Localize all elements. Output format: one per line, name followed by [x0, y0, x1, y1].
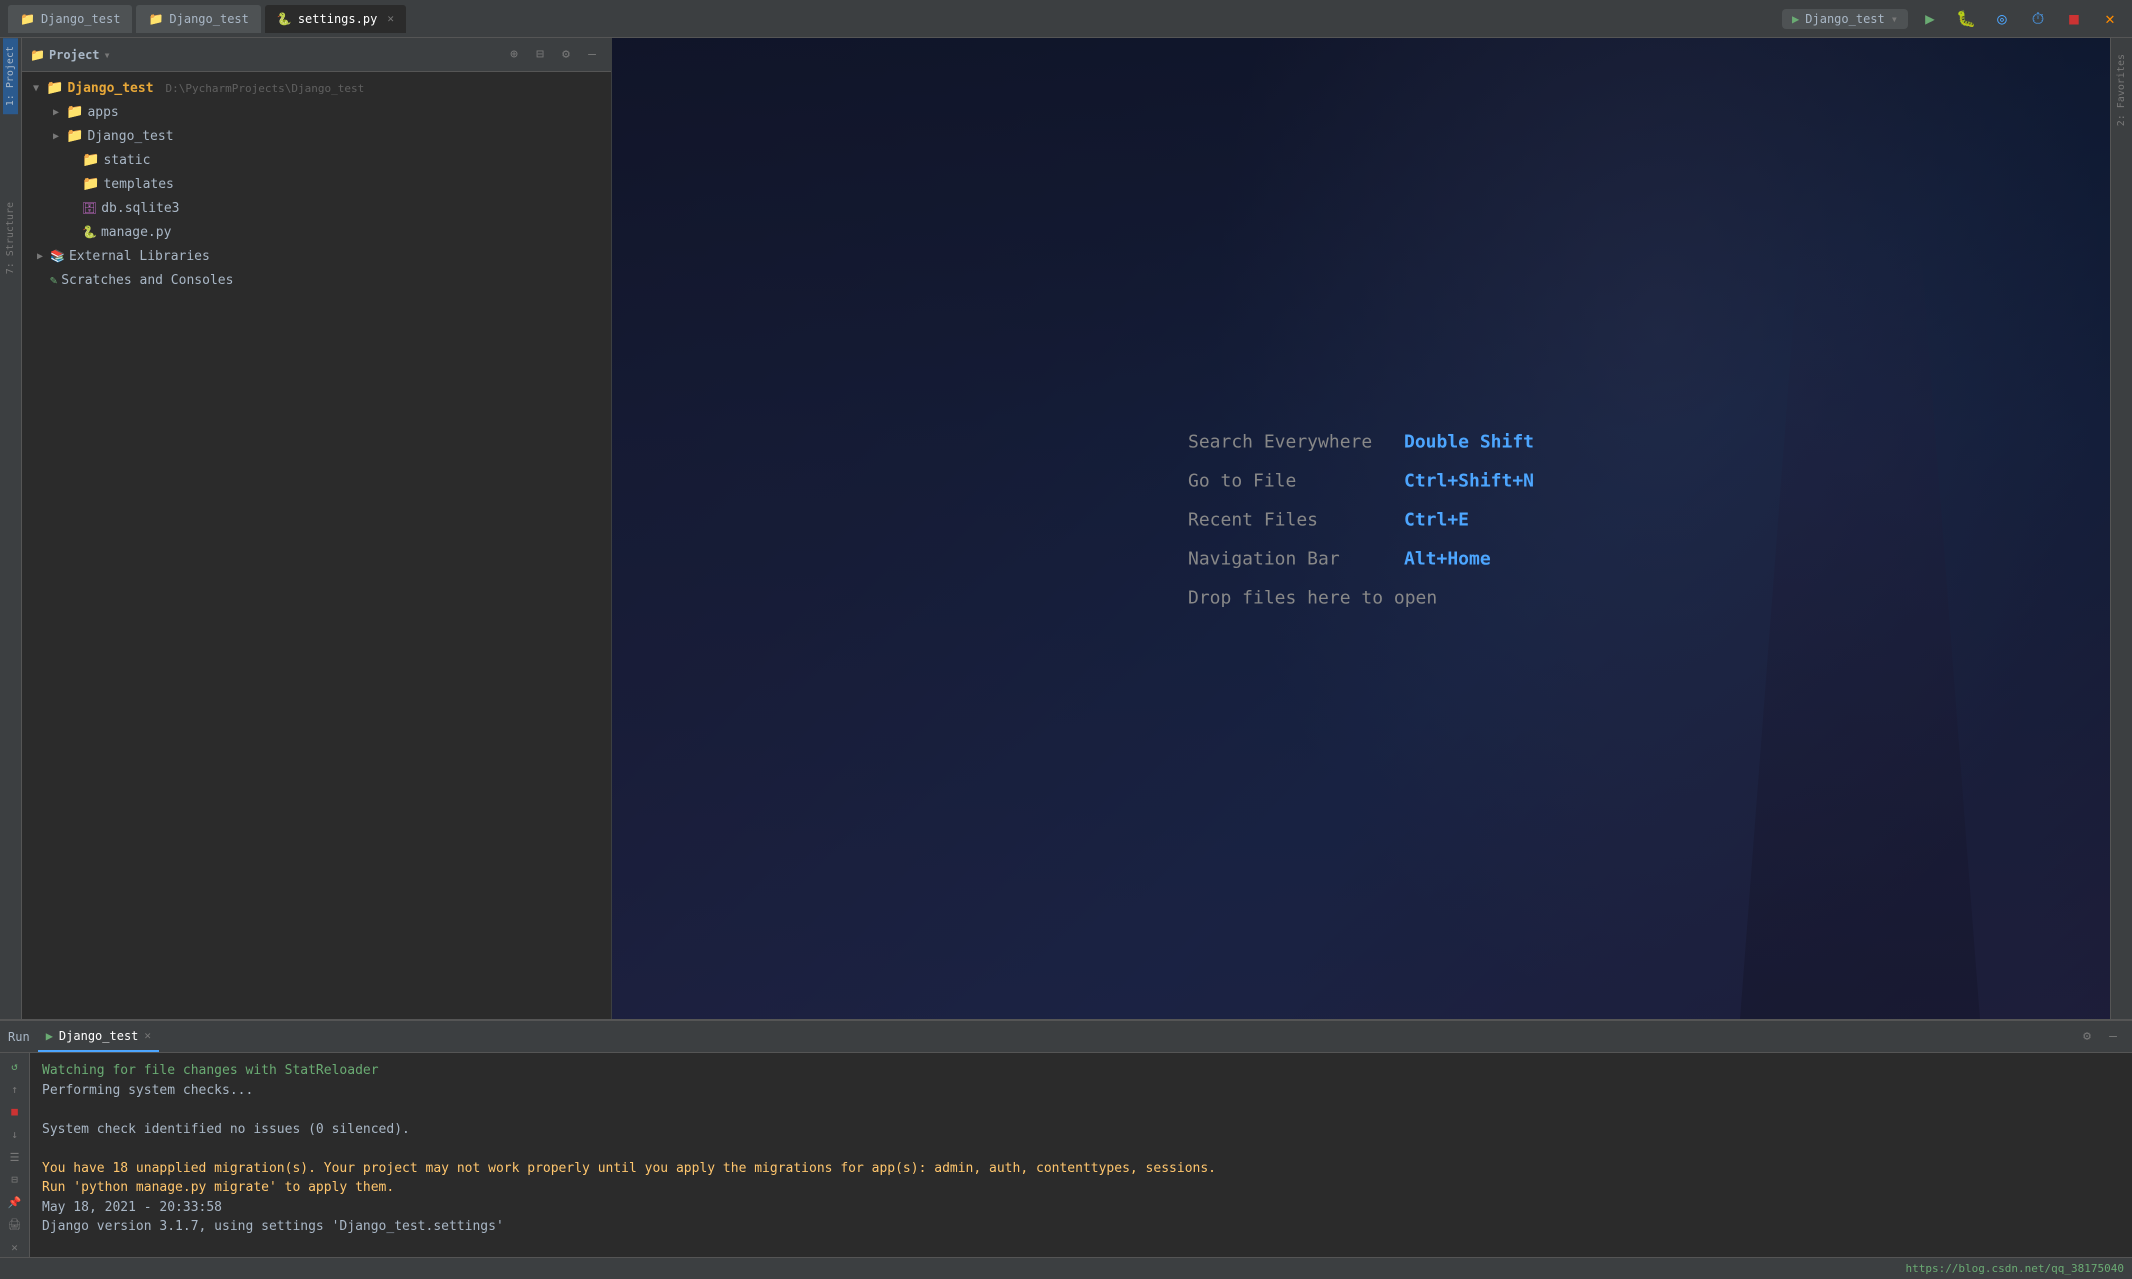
managepy-file-icon: 🐍	[82, 225, 97, 239]
tab-settings-py[interactable]: 🐍 settings.py ✕	[265, 5, 406, 33]
project-minimize-btn[interactable]: —	[581, 44, 603, 66]
close-panel-btn[interactable]: ✕	[3, 1238, 27, 1258]
bottom-left-strip: ↺ ↑ ■ ↓ ☰ ⊟ 📌 🖨 ✕	[0, 1053, 30, 1257]
project-sidebar-label[interactable]: 1: Project	[3, 38, 18, 114]
scroll-down-btn[interactable]: ↓	[3, 1125, 27, 1145]
djangotest-folder-icon: 📁	[66, 128, 83, 144]
project-folder-icon: 📁	[30, 48, 45, 62]
title-bar-right: ▶ Django_test ▾ ▶ 🐛 ◎ ⏱ ■ ✕	[1782, 5, 2124, 33]
project-settings-btn[interactable]: ⚙	[555, 44, 577, 66]
project-header-actions: ⊕ ⊟ ⚙ —	[503, 44, 603, 66]
tab-django-test-1[interactable]: 📁 Django_test	[8, 5, 132, 33]
pin-btn[interactable]: 📌	[3, 1192, 27, 1212]
static-folder-icon: 📁	[82, 152, 99, 168]
project-locate-btn[interactable]: ⊕	[503, 44, 525, 66]
folder-icon: 📁	[20, 12, 35, 26]
ext-libs-icon: 📚	[50, 249, 65, 263]
coverage-button[interactable]: ◎	[1988, 5, 2016, 33]
hint-recent-files: Recent Files Ctrl+E	[1188, 509, 1534, 530]
apps-folder-icon: 📁	[66, 104, 83, 120]
bottom-panel-header: Run ▶ Django_test ✕ ⚙ —	[0, 1021, 2132, 1053]
restart-btn[interactable]: ↺	[3, 1057, 27, 1077]
profile-button[interactable]: ⏱	[2024, 5, 2052, 33]
console-line-statreloader: Watching for file changes with StatReloa…	[42, 1061, 2120, 1081]
console-output: Watching for file changes with StatReloa…	[30, 1053, 2132, 1257]
status-url: https://blog.csdn.net/qq_38175040	[1905, 1262, 2124, 1275]
bottom-settings-btn[interactable]: ⚙	[2076, 1026, 2098, 1048]
bottom-panel-controls: ⚙ —	[2076, 1026, 2124, 1048]
console-line-migrate-hint: Run 'python manage.py migrate' to apply …	[42, 1178, 2120, 1198]
editor-area: Search Everywhere Double Shift Go to Fil…	[612, 38, 2110, 1019]
tab-django-test-2[interactable]: 📁 Django_test	[136, 5, 260, 33]
run-config-selector[interactable]: ▶ Django_test ▾	[1782, 9, 1908, 29]
filter2-btn[interactable]: ⊟	[3, 1170, 27, 1190]
run-config-icon: ▶	[1792, 12, 1799, 26]
project-panel: 📁 Project ▾ ⊕ ⊟ ⚙ — ▼ 📁 Django_test D:\P…	[22, 38, 612, 1019]
close-button[interactable]: ✕	[2096, 5, 2124, 33]
scratches-icon: ✎	[50, 273, 57, 287]
db-file-icon: 🗄	[82, 201, 97, 215]
stop-run-btn[interactable]: ■	[3, 1102, 27, 1122]
console-line-server-start: Starting development server at http://12…	[42, 1237, 2120, 1258]
left-sidebar-strip: 1: Project 7: Structure	[0, 38, 22, 1019]
hint-go-to-file: Go to File Ctrl+Shift+N	[1188, 470, 1534, 491]
filter-btn[interactable]: ☰	[3, 1147, 27, 1167]
editor-background[interactable]: Search Everywhere Double Shift Go to Fil…	[612, 38, 2110, 1019]
tree-item-apps[interactable]: ▶ 📁 apps	[22, 100, 611, 124]
console-line-migrations: You have 18 unapplied migration(s). Your…	[42, 1159, 2120, 1179]
tree-item-db-sqlite3[interactable]: ▶ 🗄 db.sqlite3	[22, 196, 611, 220]
hint-search-everywhere: Search Everywhere Double Shift	[1188, 431, 1534, 452]
debug-button[interactable]: 🐛	[1952, 5, 1980, 33]
python-file-icon: 🐍	[277, 12, 292, 26]
root-folder-icon: 📁	[46, 80, 63, 96]
folder-icon-2: 📁	[148, 12, 163, 26]
right-sidebar-strip: 2: Favorites	[2110, 38, 2132, 1019]
console-line-systemchecks: Performing system checks...	[42, 1081, 2120, 1101]
templates-folder-icon: 📁	[82, 176, 99, 192]
structure-sidebar-label[interactable]: 7: Structure	[3, 194, 18, 282]
tree-item-scratches[interactable]: ▶ ✎ Scratches and Consoles	[22, 268, 611, 292]
tree-item-managepy[interactable]: ▶ 🐍 manage.py	[22, 220, 611, 244]
project-title: 📁 Project ▾	[30, 48, 111, 62]
run-button[interactable]: ▶	[1916, 5, 1944, 33]
tree-item-djangotest-dir[interactable]: ▶ 📁 Django_test	[22, 124, 611, 148]
bottom-minimize-btn[interactable]: —	[2102, 1026, 2124, 1048]
run-tab-close-icon[interactable]: ✕	[144, 1029, 151, 1042]
tree-item-external-libs[interactable]: ▶ 📚 External Libraries	[22, 244, 611, 268]
bottom-panel: Run ▶ Django_test ✕ ⚙ — ↺ ↑ ■ ↓ ☰ ⊟ 📌 🖨 …	[0, 1019, 2132, 1279]
hint-drop-files: Drop files here to open	[1188, 587, 1534, 608]
project-tree: ▼ 📁 Django_test D:\PycharmProjects\Djang…	[22, 72, 611, 1019]
status-bar: https://blog.csdn.net/qq_38175040	[0, 1257, 2132, 1279]
favorites-sidebar-label[interactable]: 2: Favorites	[2114, 46, 2129, 134]
console-line-date: May 18, 2021 - 20:33:58	[42, 1198, 2120, 1218]
run-tab-djangotest[interactable]: ▶ Django_test ✕	[38, 1021, 159, 1052]
print-btn[interactable]: 🖨	[3, 1215, 27, 1235]
tree-item-templates[interactable]: ▶ 📁 templates	[22, 172, 611, 196]
tree-root-django[interactable]: ▼ 📁 Django_test D:\PycharmProjects\Djang…	[22, 76, 611, 100]
tree-item-static[interactable]: ▶ 📁 static	[22, 148, 611, 172]
title-bar: 📁 Django_test 📁 Django_test 🐍 settings.p…	[0, 0, 2132, 38]
run-config-dropdown-icon: ▾	[1891, 12, 1898, 26]
stop-button[interactable]: ■	[2060, 5, 2088, 33]
project-dropdown-icon: ▾	[104, 48, 111, 62]
project-collapse-btn[interactable]: ⊟	[529, 44, 551, 66]
console-line-django-version: Django version 3.1.7, using settings 'Dj…	[42, 1217, 2120, 1237]
project-panel-header: 📁 Project ▾ ⊕ ⊟ ⚙ —	[22, 38, 611, 72]
hint-navigation-bar: Navigation Bar Alt+Home	[1188, 548, 1534, 569]
close-tab-icon[interactable]: ✕	[387, 12, 394, 25]
run-tab-icon: ▶	[46, 1029, 53, 1043]
run-label: Run	[8, 1030, 30, 1044]
scroll-up-btn[interactable]: ↑	[3, 1080, 27, 1100]
bottom-layout: ↺ ↑ ■ ↓ ☰ ⊟ 📌 🖨 ✕ Watching for file chan…	[0, 1053, 2132, 1257]
editor-hints: Search Everywhere Double Shift Go to Fil…	[1188, 431, 1534, 626]
console-line-no-issues: System check identified no issues (0 sil…	[42, 1120, 2120, 1140]
